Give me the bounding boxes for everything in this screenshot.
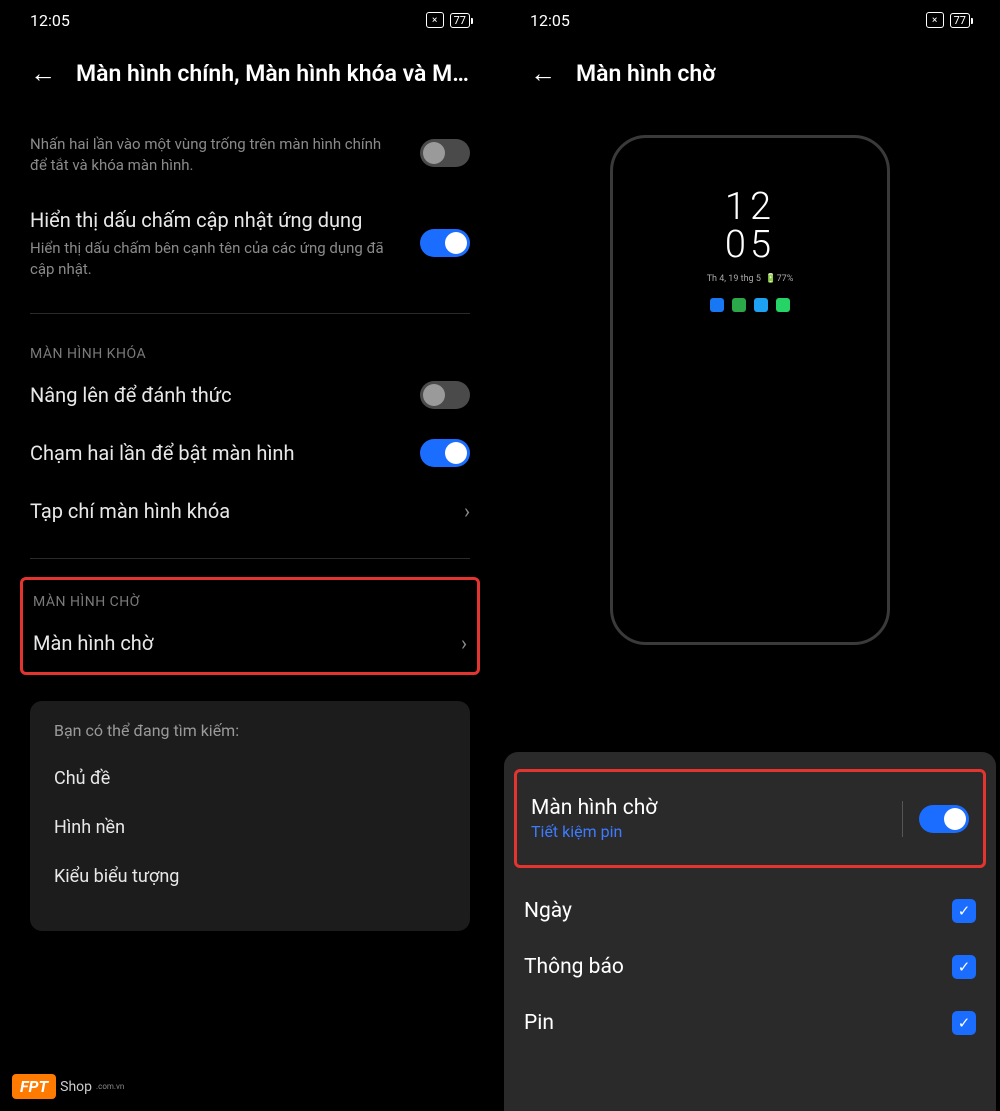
setting-desc: Hiển thị dấu chấm bên cạnh tên của các ứ… — [30, 238, 400, 280]
watermark-text: Shop — [60, 1079, 92, 1095]
aod-enable-sub: Tiết kiệm pin — [531, 822, 657, 841]
aod-date: Th 4, 19 thg 5 🔋77% — [613, 274, 887, 284]
setting-title: Nâng lên để đánh thức — [30, 381, 232, 409]
chevron-right-icon: › — [461, 631, 467, 655]
option-label: Pin — [524, 1011, 554, 1035]
highlight-aod-toggle: Màn hình chờ Tiết kiệm pin — [514, 769, 986, 868]
toggle-on[interactable] — [420, 229, 470, 257]
checkbox-checked[interactable]: ✓ — [952, 899, 976, 923]
setting-title: Chạm hai lần để bật màn hình — [30, 439, 294, 467]
suggestion-wallpaper[interactable]: Hình nền — [54, 803, 446, 852]
facebook-icon — [710, 298, 724, 312]
aod-row[interactable]: Màn hình chờ › — [33, 614, 467, 672]
update-dot-row[interactable]: Hiển thị dấu chấm cập nhật ứng dụng Hiển… — [30, 191, 470, 295]
divider — [902, 801, 903, 837]
watermark-badge: FPT — [12, 1074, 56, 1099]
section-aod: MÀN HÌNH CHỜ — [33, 580, 467, 614]
twitter-icon — [754, 298, 768, 312]
page-title: Màn hình chính, Màn hình khóa và Mà… — [76, 60, 470, 87]
suggestion-theme[interactable]: Chủ đề — [54, 754, 446, 803]
status-time: 12:05 — [30, 11, 70, 30]
aod-clock: 12 05 Th 4, 19 thg 5 🔋77% — [613, 188, 887, 312]
whatsapp-icon — [776, 298, 790, 312]
toggle-off[interactable] — [420, 139, 470, 167]
setting-title: Tạp chí màn hình khóa — [30, 497, 230, 525]
double-tap-lock-row[interactable]: Nhấn hai lần vào một vùng trống trên màn… — [30, 115, 470, 191]
aod-notification-row[interactable]: Thông báo ✓ — [524, 939, 976, 995]
aod-battery-row[interactable]: Pin ✓ — [524, 995, 976, 1051]
status-time: 12:05 — [530, 11, 570, 30]
clock-hour: 12 — [613, 188, 887, 226]
setting-title: Hiển thị dấu chấm cập nhật ứng dụng — [30, 206, 400, 234]
checkbox-checked[interactable]: ✓ — [952, 955, 976, 979]
highlight-aod-section: MÀN HÌNH CHỜ Màn hình chờ › — [20, 577, 480, 675]
app-icon — [732, 298, 746, 312]
aod-toggle[interactable] — [919, 805, 969, 833]
toggle-on[interactable] — [420, 439, 470, 467]
status-bar: 12:05 × 77 — [0, 0, 500, 40]
option-label: Thông báo — [524, 955, 624, 979]
aod-date-row[interactable]: Ngày ✓ — [524, 883, 976, 939]
aod-enable-title: Màn hình chờ — [531, 796, 657, 820]
battery-icon: 77 — [450, 13, 470, 28]
setting-desc: Nhấn hai lần vào một vùng trống trên màn… — [30, 134, 400, 176]
toggle-off[interactable] — [420, 381, 470, 409]
suggestions-title: Bạn có thể đang tìm kiếm: — [54, 721, 446, 740]
clock-minute: 05 — [613, 226, 887, 264]
divider — [30, 558, 470, 559]
settings-screen-left: 12:05 × 77 ← Màn hình chính, Màn hình kh… — [0, 0, 500, 1111]
status-bar: 12:05 × 77 — [500, 0, 1000, 40]
header: ← Màn hình chờ — [500, 40, 1000, 115]
raise-to-wake-row[interactable]: Nâng lên để đánh thức — [30, 366, 470, 424]
header: ← Màn hình chính, Màn hình khóa và Mà… — [0, 40, 500, 115]
lock-magazine-row[interactable]: Tạp chí màn hình khóa › — [30, 482, 470, 540]
section-lock-screen: MÀN HÌNH KHÓA — [30, 332, 470, 366]
divider — [30, 313, 470, 314]
close-icon: × — [926, 12, 944, 28]
status-indicators: × 77 — [426, 12, 470, 28]
aod-enable-row[interactable]: Màn hình chờ Tiết kiệm pin — [531, 780, 969, 857]
watermark: FPT Shop .com.vn — [12, 1074, 124, 1099]
double-tap-wake-row[interactable]: Chạm hai lần để bật màn hình — [30, 424, 470, 482]
checkbox-checked[interactable]: ✓ — [952, 1011, 976, 1035]
aod-notification-icons — [613, 298, 887, 312]
back-icon[interactable]: ← — [530, 61, 556, 87]
close-icon: × — [426, 12, 444, 28]
aod-settings-panel: Màn hình chờ Tiết kiệm pin Ngày ✓ Thông … — [504, 752, 996, 1111]
status-indicators: × 77 — [926, 12, 970, 28]
setting-title: Màn hình chờ — [33, 629, 153, 657]
suggestion-icon-style[interactable]: Kiểu biểu tượng — [54, 852, 446, 901]
battery-icon: 77 — [950, 13, 970, 28]
suggestions-card: Bạn có thể đang tìm kiếm: Chủ đề Hình nề… — [30, 701, 470, 931]
aod-preview-phone: 12 05 Th 4, 19 thg 5 🔋77% — [610, 135, 890, 645]
option-label: Ngày — [524, 899, 572, 923]
back-icon[interactable]: ← — [30, 61, 56, 87]
chevron-right-icon: › — [464, 499, 470, 523]
page-title: Màn hình chờ — [576, 60, 970, 87]
aod-screen-right: 12:05 × 77 ← Màn hình chờ 12 05 Th 4, 19… — [500, 0, 1000, 1111]
watermark-sub: .com.vn — [96, 1082, 124, 1091]
